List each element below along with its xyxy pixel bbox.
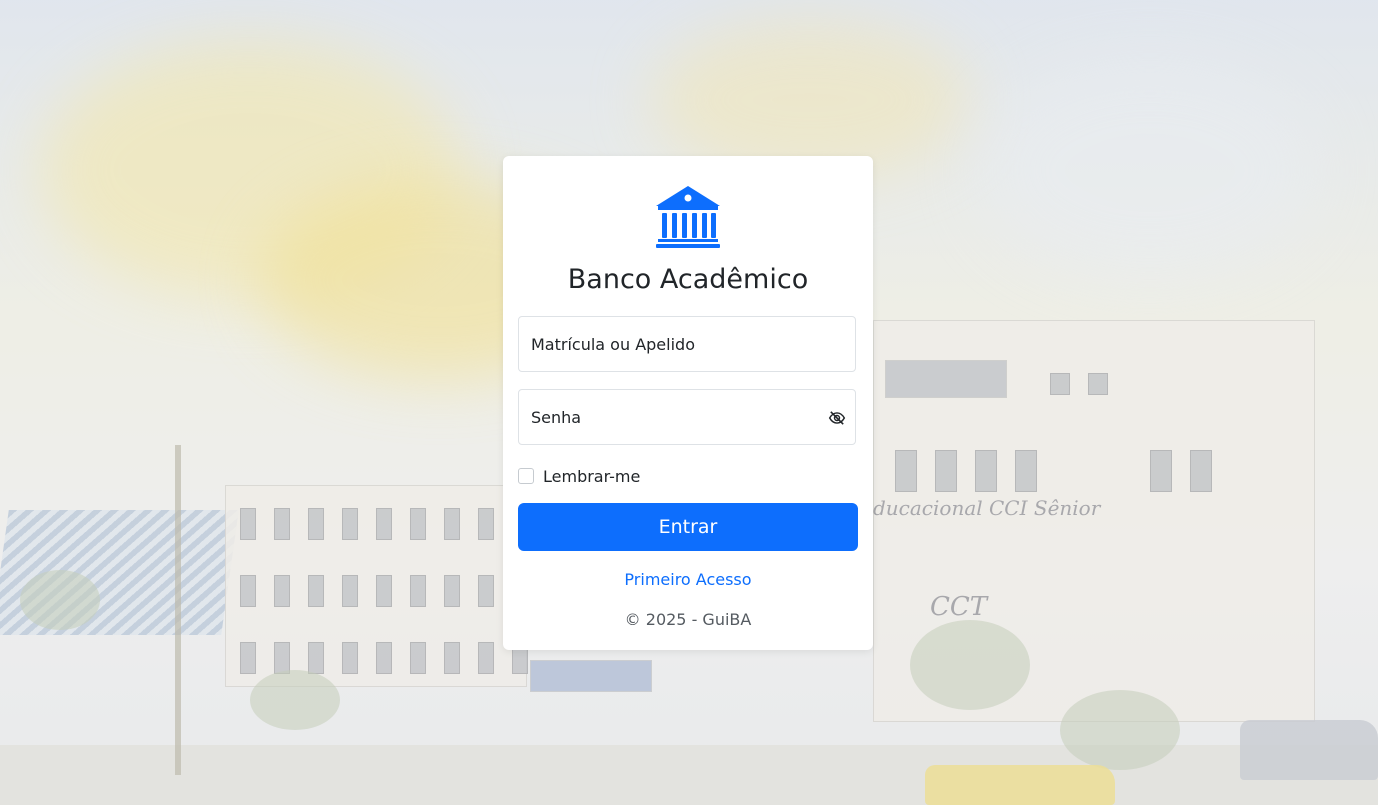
password-input[interactable] [531,390,821,444]
app-title: Banco Acadêmico [567,264,809,295]
tree [1060,690,1180,770]
building-sign-small: CCT [930,592,988,622]
building-window-band [885,360,1007,398]
tree [20,570,100,630]
copyright-text: © 2025 - GuiBA [624,610,752,629]
remember-checkbox[interactable] [518,468,534,484]
bank-icon [656,186,720,248]
first-access-link[interactable]: Primeiro Acesso [503,570,873,589]
password-field[interactable] [518,389,856,445]
remember-me[interactable]: Lembrar-me [518,466,640,486]
car [1240,720,1378,780]
window-row [240,575,528,607]
window-row [1150,450,1212,492]
remember-label: Lembrar-me [543,466,641,486]
tree [250,670,340,730]
eye-slash-icon[interactable] [828,409,846,427]
building-sign: ducacional CCI Sênior [873,496,1101,520]
car [925,765,1115,805]
ground [0,745,1378,805]
pole [175,445,181,775]
login-card: Banco Acadêmico Lembrar-me Entrar Primei… [503,156,873,650]
window-row [240,508,528,540]
tree [910,620,1030,710]
username-field[interactable] [518,316,856,372]
username-input[interactable] [531,317,821,371]
window-row [895,450,1037,492]
window-row [240,642,528,674]
window-row [1050,373,1108,403]
login-button[interactable]: Entrar [518,503,858,551]
sky-cloud [980,60,1320,280]
banner [530,660,652,692]
